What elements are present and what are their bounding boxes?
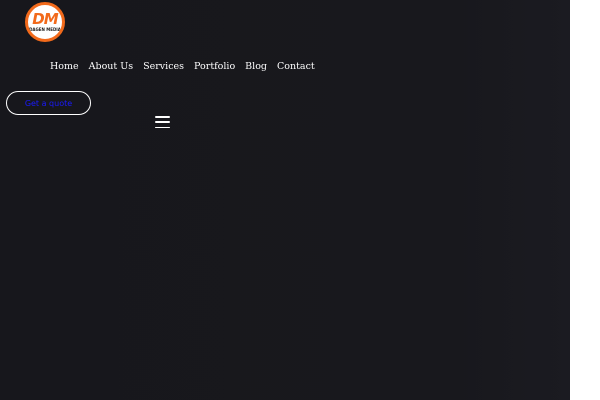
- nav-item-portfolio[interactable]: Portfolio: [194, 61, 235, 72]
- hamburger-line: [155, 116, 170, 118]
- nav-item-blog[interactable]: Blog: [245, 61, 267, 72]
- hamburger-line: [155, 126, 170, 128]
- nav-item-about-us[interactable]: About Us: [89, 61, 134, 72]
- page-edge: [570, 0, 600, 400]
- page: DM DAGEN MEDIA Home About Us Services Po…: [0, 0, 570, 400]
- nav-item-home[interactable]: Home: [50, 61, 79, 72]
- main-nav: Home About Us Services Portfolio Blog Co…: [50, 61, 315, 72]
- nav-item-contact[interactable]: Contact: [277, 61, 315, 72]
- get-quote-button[interactable]: Get a quote: [6, 91, 91, 115]
- logo-text: DAGEN MEDIA: [29, 27, 61, 32]
- hamburger-line: [155, 121, 170, 123]
- nav-item-services[interactable]: Services: [143, 61, 184, 72]
- hamburger-icon[interactable]: [155, 116, 170, 128]
- site-logo[interactable]: DM DAGEN MEDIA: [25, 2, 65, 42]
- logo-mark: DM: [32, 10, 58, 28]
